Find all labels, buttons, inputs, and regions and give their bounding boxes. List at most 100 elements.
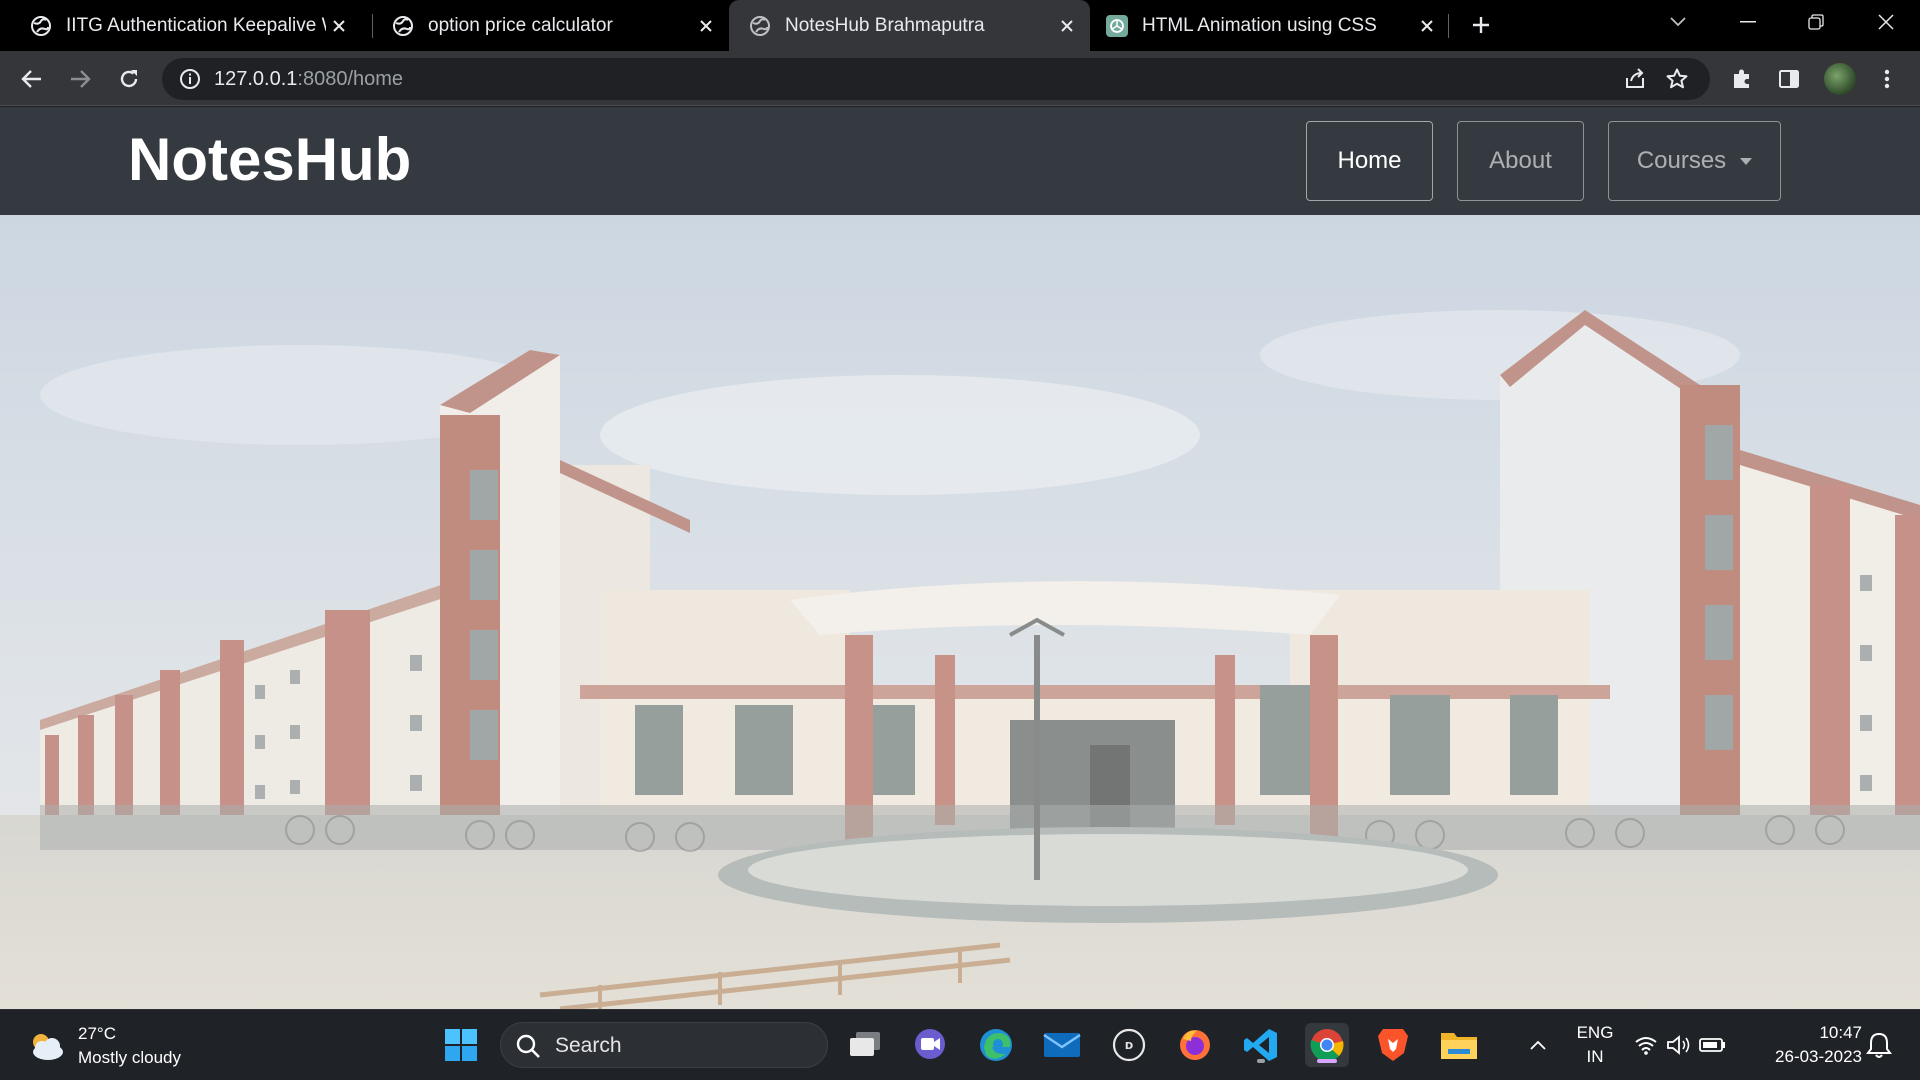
extensions-button[interactable] — [1725, 62, 1759, 96]
mail-icon — [1043, 1033, 1081, 1057]
new-tab-button[interactable] — [1466, 10, 1496, 40]
close-tab-icon[interactable] — [1054, 13, 1080, 39]
clock-time: 10:47 — [1819, 1023, 1862, 1042]
start-icon — [445, 1029, 477, 1061]
chrome-app-button[interactable] — [1305, 1023, 1349, 1067]
tab-search-button[interactable] — [1648, 0, 1708, 44]
share-icon[interactable] — [1622, 66, 1648, 92]
bell-icon — [1866, 1032, 1892, 1058]
running-indicator — [1257, 1059, 1265, 1063]
taskbar-search[interactable]: Search — [500, 1022, 828, 1068]
tab-iitg-auth[interactable]: IITG Authentication Keepalive Wi — [0, 0, 362, 51]
close-window-button[interactable] — [1856, 0, 1916, 44]
meet-icon — [915, 1029, 945, 1059]
weather-desc: Mostly cloudy — [78, 1048, 181, 1067]
hero-image — [0, 215, 1920, 1009]
caret-down-icon — [1740, 157, 1753, 165]
task-view-button[interactable] — [843, 1023, 887, 1067]
forward-button[interactable] — [63, 62, 97, 96]
site-brand[interactable]: NotesHub — [128, 125, 411, 194]
edge-app-button[interactable] — [974, 1023, 1018, 1067]
task-view-icon — [850, 1032, 880, 1056]
browser-toolbar: 127.0.0.1:8080/home — [0, 51, 1920, 106]
show-hidden-icons-button[interactable] — [1516, 1023, 1560, 1067]
close-tab-icon[interactable] — [326, 13, 352, 39]
mail-app-button[interactable] — [1040, 1023, 1084, 1067]
arrow-right-icon — [71, 70, 91, 88]
dell-icon: D — [1112, 1028, 1146, 1062]
start-button[interactable] — [439, 1023, 483, 1067]
vscode-app-button[interactable] — [1239, 1023, 1283, 1067]
language-region: IN — [1586, 1047, 1604, 1066]
url-path: :8080/home — [297, 68, 404, 90]
chatgpt-icon — [1106, 14, 1128, 37]
menu-button[interactable] — [1870, 62, 1904, 96]
brave-app-button[interactable] — [1371, 1023, 1415, 1067]
chevron-up-icon — [1530, 1040, 1546, 1050]
campus-building-photo — [0, 215, 1920, 1009]
tab-title: HTML Animation using CSS — [1142, 14, 1377, 36]
tab-title: NotesHub Brahmaputra — [785, 14, 985, 36]
search-placeholder: Search — [555, 1034, 622, 1057]
reload-icon — [120, 70, 138, 88]
globe-icon — [31, 15, 51, 36]
restore-button[interactable] — [1786, 0, 1846, 44]
clock[interactable]: 10:47 26-03-2023 — [1752, 1021, 1862, 1069]
side-panel-icon — [1779, 70, 1799, 88]
nav-home[interactable]: Home — [1306, 121, 1433, 201]
language-code: ENG — [1576, 1023, 1614, 1042]
minimize-icon — [1740, 21, 1756, 23]
clock-date: 26-03-2023 — [1775, 1047, 1862, 1066]
minimize-button[interactable] — [1718, 0, 1778, 44]
reload-button[interactable] — [112, 62, 146, 96]
arrow-left-icon — [21, 70, 41, 88]
language-indicator[interactable]: ENG IN — [1572, 1021, 1618, 1069]
file-explorer-icon — [1441, 1033, 1477, 1059]
taskbar: 27°C Mostly cloudy Search D ENG IN 10:47… — [0, 1009, 1920, 1080]
nav-about-label: About — [1489, 147, 1552, 174]
close-tab-icon[interactable] — [693, 13, 719, 39]
info-icon[interactable] — [178, 67, 202, 91]
close-tab-icon[interactable] — [1414, 13, 1440, 39]
web-page: NotesHub Home About Courses — [0, 107, 1920, 1009]
firefox-app-button[interactable] — [1173, 1023, 1217, 1067]
svg-text:D: D — [1125, 1041, 1133, 1052]
address-bar[interactable]: 127.0.0.1:8080/home — [162, 58, 1710, 100]
dell-app-button[interactable]: D — [1107, 1023, 1151, 1067]
nav-courses-dropdown[interactable]: Courses — [1608, 121, 1781, 201]
tab-noteshub[interactable]: NotesHub Brahmaputra — [729, 0, 1090, 51]
file-explorer-button[interactable] — [1437, 1023, 1481, 1067]
brave-icon — [1378, 1029, 1408, 1061]
weather-temp: 27°C — [78, 1024, 116, 1043]
meet-app-button[interactable] — [908, 1023, 952, 1067]
tab-title: option price calculator — [428, 14, 613, 36]
network-volume-battery-icons — [1635, 1035, 1725, 1055]
firefox-icon — [1180, 1030, 1210, 1060]
plus-icon — [1473, 17, 1489, 33]
url-text[interactable]: 127.0.0.1:8080/home — [214, 68, 403, 91]
side-panel-button[interactable] — [1772, 62, 1806, 96]
back-button[interactable] — [15, 62, 49, 96]
close-icon — [1878, 14, 1894, 30]
notifications-button[interactable] — [1862, 1023, 1896, 1067]
profile-avatar[interactable] — [1824, 63, 1856, 95]
vscode-icon — [1244, 1029, 1277, 1061]
cloudy-weather-icon — [33, 1034, 63, 1060]
nav-courses-label: Courses — [1636, 147, 1727, 174]
nav-about[interactable]: About — [1457, 121, 1584, 201]
weather-widget[interactable]: 27°C Mostly cloudy — [26, 1022, 181, 1070]
site-navbar: NotesHub Home About Courses — [0, 107, 1920, 215]
tab-title: IITG Authentication Keepalive Wi — [66, 14, 326, 36]
tab-html-animation[interactable]: HTML Animation using CSS — [1090, 0, 1450, 51]
globe-icon — [393, 15, 413, 36]
tab-option-price[interactable]: option price calculator — [362, 0, 729, 51]
running-indicator — [1317, 1059, 1337, 1063]
search-icon — [516, 1034, 540, 1058]
nav-home-label: Home — [1337, 147, 1402, 174]
globe-icon — [750, 15, 770, 36]
puzzle-icon — [1734, 69, 1749, 88]
chevron-down-icon — [1670, 17, 1686, 27]
bookmark-star-icon[interactable] — [1664, 66, 1690, 92]
quick-settings-button[interactable] — [1630, 1023, 1730, 1067]
restore-icon — [1808, 14, 1824, 30]
